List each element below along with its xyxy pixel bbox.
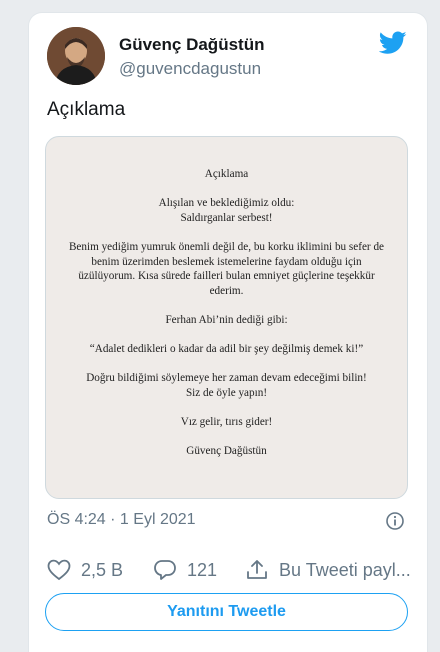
share-button[interactable]: Bu Tweeti payl... — [245, 553, 411, 587]
action-bar: 2,5 B 121 Bu Tweeti payl... — [29, 553, 429, 593]
heart-icon — [47, 559, 71, 581]
doc-paragraph: Benim yediğim yumruk önemli değil de, bu… — [68, 240, 385, 297]
statement-document: Açıklama Alışılan ve beklediğimiz oldu: … — [46, 167, 407, 473]
doc-paragraph: Ferhan Abi’nin dediği gibi: — [165, 313, 288, 326]
tweet-image[interactable]: Açıklama Alışılan ve beklediğimiz oldu: … — [45, 136, 408, 499]
like-count: 2,5 B — [81, 559, 124, 580]
doc-quote: “Adalet dedikleri o kadar da adil bir şe… — [89, 343, 364, 356]
info-icon[interactable] — [385, 511, 405, 531]
share-icon — [247, 560, 267, 579]
author-handle[interactable]: @guvencdagustun — [119, 59, 261, 79]
tweet-timestamp[interactable]: ÖS 4:24 · 1 Eyl 2021 — [47, 511, 196, 529]
reply-count: 121 — [187, 559, 218, 580]
doc-paragraph: Alışılan ve beklediğimiz oldu: Saldırgan… — [158, 197, 295, 224]
twitter-bird-icon[interactable] — [379, 31, 407, 55]
avatar[interactable] — [47, 27, 105, 85]
doc-signature: Güvenç Dağüstün — [186, 445, 267, 458]
reply-tweet-button[interactable]: Yanıtını Tweetle — [45, 593, 408, 631]
doc-paragraph: Vız gelir, tırıs gider! — [180, 416, 273, 429]
tweet-card: Güvenç Dağüstün @guvencdagustun Açıklama… — [28, 12, 428, 652]
like-button[interactable]: 2,5 B — [47, 553, 123, 587]
reply-action-button[interactable]: 121 — [153, 553, 217, 587]
comment-bubble-icon — [154, 560, 176, 580]
tweet-text: Açıklama — [47, 99, 126, 120]
doc-paragraph: Doğru bildiğimi söylemeye her zaman deva… — [86, 372, 367, 399]
author-name[interactable]: Güvenç Dağüstün — [119, 35, 264, 55]
doc-title: Açıklama — [204, 168, 249, 180]
share-label: Bu Tweeti payl... — [279, 559, 411, 580]
avatar-portrait — [47, 27, 105, 85]
